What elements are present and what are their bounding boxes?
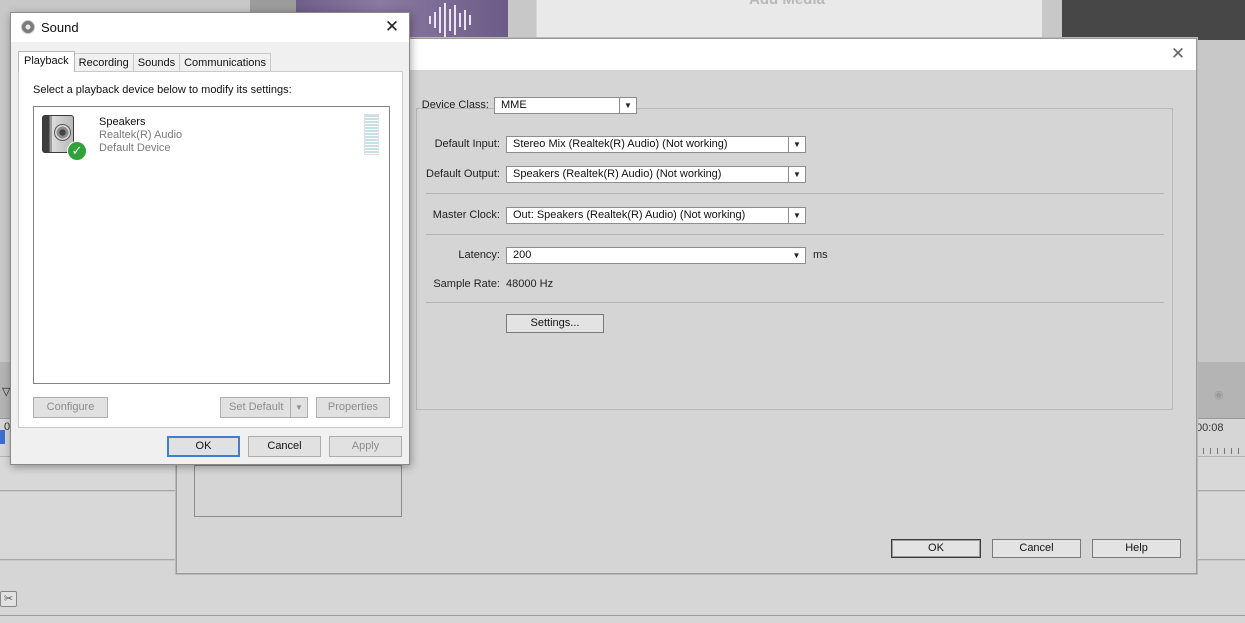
sound-dialog: Sound ✕ Playback Recording Sounds Commun… (10, 12, 410, 465)
divider (426, 234, 1164, 235)
latency-unit: ms (813, 249, 828, 261)
latency-value: 200 (513, 249, 532, 261)
instruction-text: Select a playback device below to modify… (33, 84, 292, 96)
divider (426, 193, 1164, 194)
editor-right-panel (1062, 0, 1245, 40)
ruler-ticks (1196, 448, 1245, 454)
tab-communications[interactable]: Communications (179, 53, 272, 72)
default-input-select[interactable]: Stereo Mix (Realtek(R) Audio) (Not worki… (506, 136, 806, 153)
apply-button[interactable]: Apply (329, 436, 402, 457)
master-clock-label: Master Clock: (432, 209, 500, 221)
sample-rate-label: Sample Rate: (433, 278, 500, 290)
sound-app-icon (21, 20, 35, 34)
latency-label: Latency: (458, 249, 500, 261)
default-output-select[interactable]: Speakers (Realtek(R) Audio) (Not working… (506, 166, 806, 183)
volume-meter (364, 114, 379, 155)
ok-button[interactable]: OK (891, 539, 981, 558)
help-button[interactable]: Help (1092, 539, 1181, 558)
visibility-icon[interactable]: ◉ (1214, 388, 1224, 401)
dialog-title: Sound (41, 20, 79, 35)
chevron-down-icon: ▼ (788, 137, 805, 152)
tab-sounds[interactable]: Sounds (132, 53, 181, 72)
add-media-label: Add Media (749, 0, 825, 8)
set-default-label: Set Default (229, 401, 284, 413)
chevron-down-icon[interactable]: ▼ (290, 398, 307, 417)
tab-recording[interactable]: Recording (73, 53, 134, 72)
default-check-icon: ✓ (67, 141, 87, 161)
add-media-area[interactable]: Add Media (536, 0, 1042, 40)
divider (0, 615, 1245, 616)
chevron-down-icon: ▼ (788, 208, 805, 223)
tab-bar: Playback Recording Sounds Communications (18, 51, 272, 72)
master-clock-select[interactable]: Out: Speakers (Realtek(R) Audio) (Not wo… (506, 207, 806, 224)
waveform-icon (429, 3, 471, 37)
cancel-button[interactable]: Cancel (992, 539, 1081, 558)
device-name: Speakers (99, 116, 146, 128)
tab-playback[interactable]: Playback (18, 51, 75, 72)
device-class-value: MME (501, 99, 527, 111)
set-default-button[interactable]: Set Default ▼ (220, 397, 308, 418)
playback-panel: Select a playback device below to modify… (18, 71, 403, 428)
default-output-label: Default Output: (426, 168, 500, 180)
latency-select[interactable]: 200 ▼ (506, 247, 806, 264)
ruler-time-label: 00:08 (1196, 422, 1224, 434)
close-icon[interactable]: ✕ (381, 16, 403, 38)
chevron-down-icon: ▼ (788, 248, 805, 263)
settings-button[interactable]: Settings... (506, 314, 604, 333)
device-driver: Realtek(R) Audio (99, 129, 183, 141)
configure-button[interactable]: Configure (33, 397, 108, 418)
close-icon[interactable]: ✕ (1168, 44, 1188, 64)
device-list[interactable]: ✓ Speakers Realtek(R) Audio Default Devi… (33, 106, 390, 384)
preview-box (194, 465, 402, 517)
master-clock-value: Out: Speakers (Realtek(R) Audio) (Not wo… (513, 209, 746, 221)
default-output-value: Speakers (Realtek(R) Audio) (Not working… (513, 168, 722, 180)
sample-rate-value: 48000 Hz (506, 278, 554, 290)
device-class-select[interactable]: MME ▼ (494, 97, 637, 114)
cancel-button[interactable]: Cancel (248, 436, 321, 457)
chevron-down-icon: ▼ (619, 98, 636, 113)
chevron-down-icon: ▼ (788, 167, 805, 182)
properties-button[interactable]: Properties (316, 397, 390, 418)
ok-button[interactable]: OK (167, 436, 240, 457)
default-input-value: Stereo Mix (Realtek(R) Audio) (Not worki… (513, 138, 728, 150)
default-input-label: Default Input: (434, 138, 500, 150)
divider (426, 302, 1164, 303)
dialog-titlebar: Sound ✕ (11, 13, 409, 42)
device-class-label: Device Class: (421, 99, 489, 111)
scissor-icon[interactable]: ✂ (0, 591, 17, 607)
device-status: Default Device (99, 142, 171, 154)
